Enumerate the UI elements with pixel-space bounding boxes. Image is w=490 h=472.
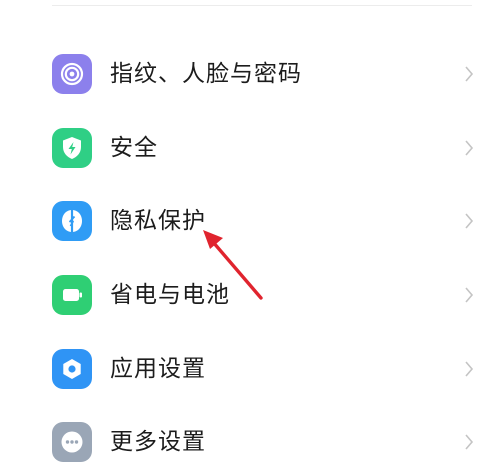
chevron-right-icon bbox=[465, 287, 474, 303]
settings-item-label: 应用设置 bbox=[110, 356, 206, 382]
chevron-right-icon bbox=[465, 140, 474, 156]
settings-item-app-settings[interactable]: 应用设置 bbox=[0, 339, 490, 399]
more-icon bbox=[52, 422, 92, 462]
shield-icon bbox=[52, 128, 92, 168]
settings-item-label: 隐私保护 bbox=[110, 208, 206, 234]
battery-icon bbox=[52, 275, 92, 315]
settings-item-security[interactable]: 安全 bbox=[0, 118, 490, 178]
chevron-right-icon bbox=[465, 361, 474, 377]
chevron-right-icon bbox=[465, 213, 474, 229]
settings-item-label: 指纹、人脸与密码 bbox=[110, 61, 302, 87]
fingerprint-icon bbox=[52, 54, 92, 94]
settings-item-fingerprint-face-password[interactable]: 指纹、人脸与密码 bbox=[0, 44, 490, 104]
gear-icon bbox=[52, 349, 92, 389]
chevron-right-icon bbox=[465, 434, 474, 450]
settings-item-label: 安全 bbox=[110, 135, 158, 161]
privacy-icon bbox=[52, 201, 92, 241]
settings-item-more-settings[interactable]: 更多设置 bbox=[0, 412, 490, 472]
annotation-arrow-icon bbox=[203, 230, 263, 300]
settings-item-label: 更多设置 bbox=[110, 429, 206, 455]
chevron-right-icon bbox=[465, 66, 474, 82]
